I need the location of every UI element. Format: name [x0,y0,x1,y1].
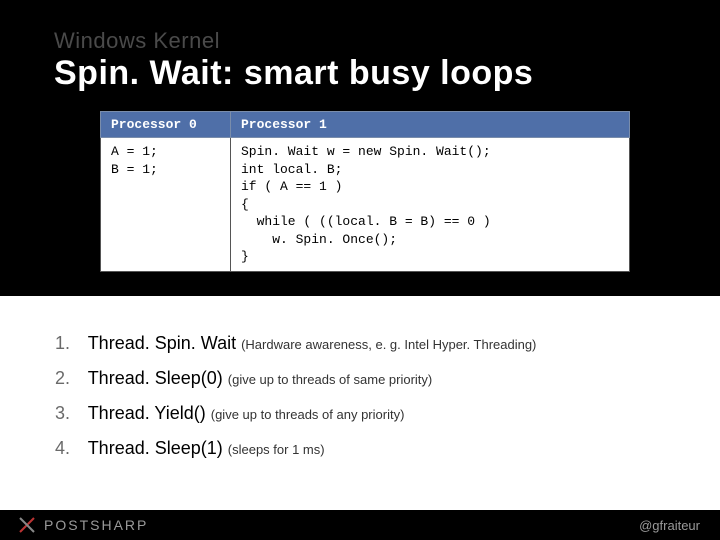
method-list: Thread. Spin. Wait (Hardware awareness, … [0,296,720,516]
code-table: Processor 0 Processor 1 A = 1; B = 1; Sp… [100,111,630,272]
list-item: Thread. Spin. Wait (Hardware awareness, … [55,326,720,361]
method-name: Thread. Sleep(1) [88,438,228,458]
twitter-handle: @gfraiteur [639,518,700,533]
footer: POSTSHARP @gfraiteur [0,510,720,540]
method-note: (give up to threads of any priority) [211,407,405,422]
list-item: Thread. Yield() (give up to threads of a… [55,396,720,431]
table-row: A = 1; B = 1; Spin. Wait w = new Spin. W… [101,138,630,272]
cell-processor-1-code: Spin. Wait w = new Spin. Wait(); int loc… [231,138,630,272]
logo-icon [18,516,36,534]
logo: POSTSHARP [18,516,148,534]
th-processor-0: Processor 0 [101,112,231,138]
method-name: Thread. Sleep(0) [88,368,228,388]
method-note: (give up to threads of same priority) [228,372,432,387]
list-item: Thread. Sleep(1) (sleeps for 1 ms) [55,431,720,466]
slide: Windows Kernel Spin. Wait: smart busy lo… [0,0,720,540]
cell-processor-0-code: A = 1; B = 1; [101,138,231,272]
method-name: Thread. Spin. Wait [88,333,241,353]
table-header-row: Processor 0 Processor 1 [101,112,630,138]
list-item: Thread. Sleep(0) (give up to threads of … [55,361,720,396]
method-name: Thread. Yield() [88,403,211,423]
kicker: Windows Kernel [0,0,720,54]
th-processor-1: Processor 1 [231,112,630,138]
method-note: (Hardware awareness, e. g. Intel Hyper. … [241,337,536,352]
slide-title: Spin. Wait: smart busy loops [0,54,720,111]
logo-text: POSTSHARP [44,517,148,533]
method-note: (sleeps for 1 ms) [228,442,325,457]
